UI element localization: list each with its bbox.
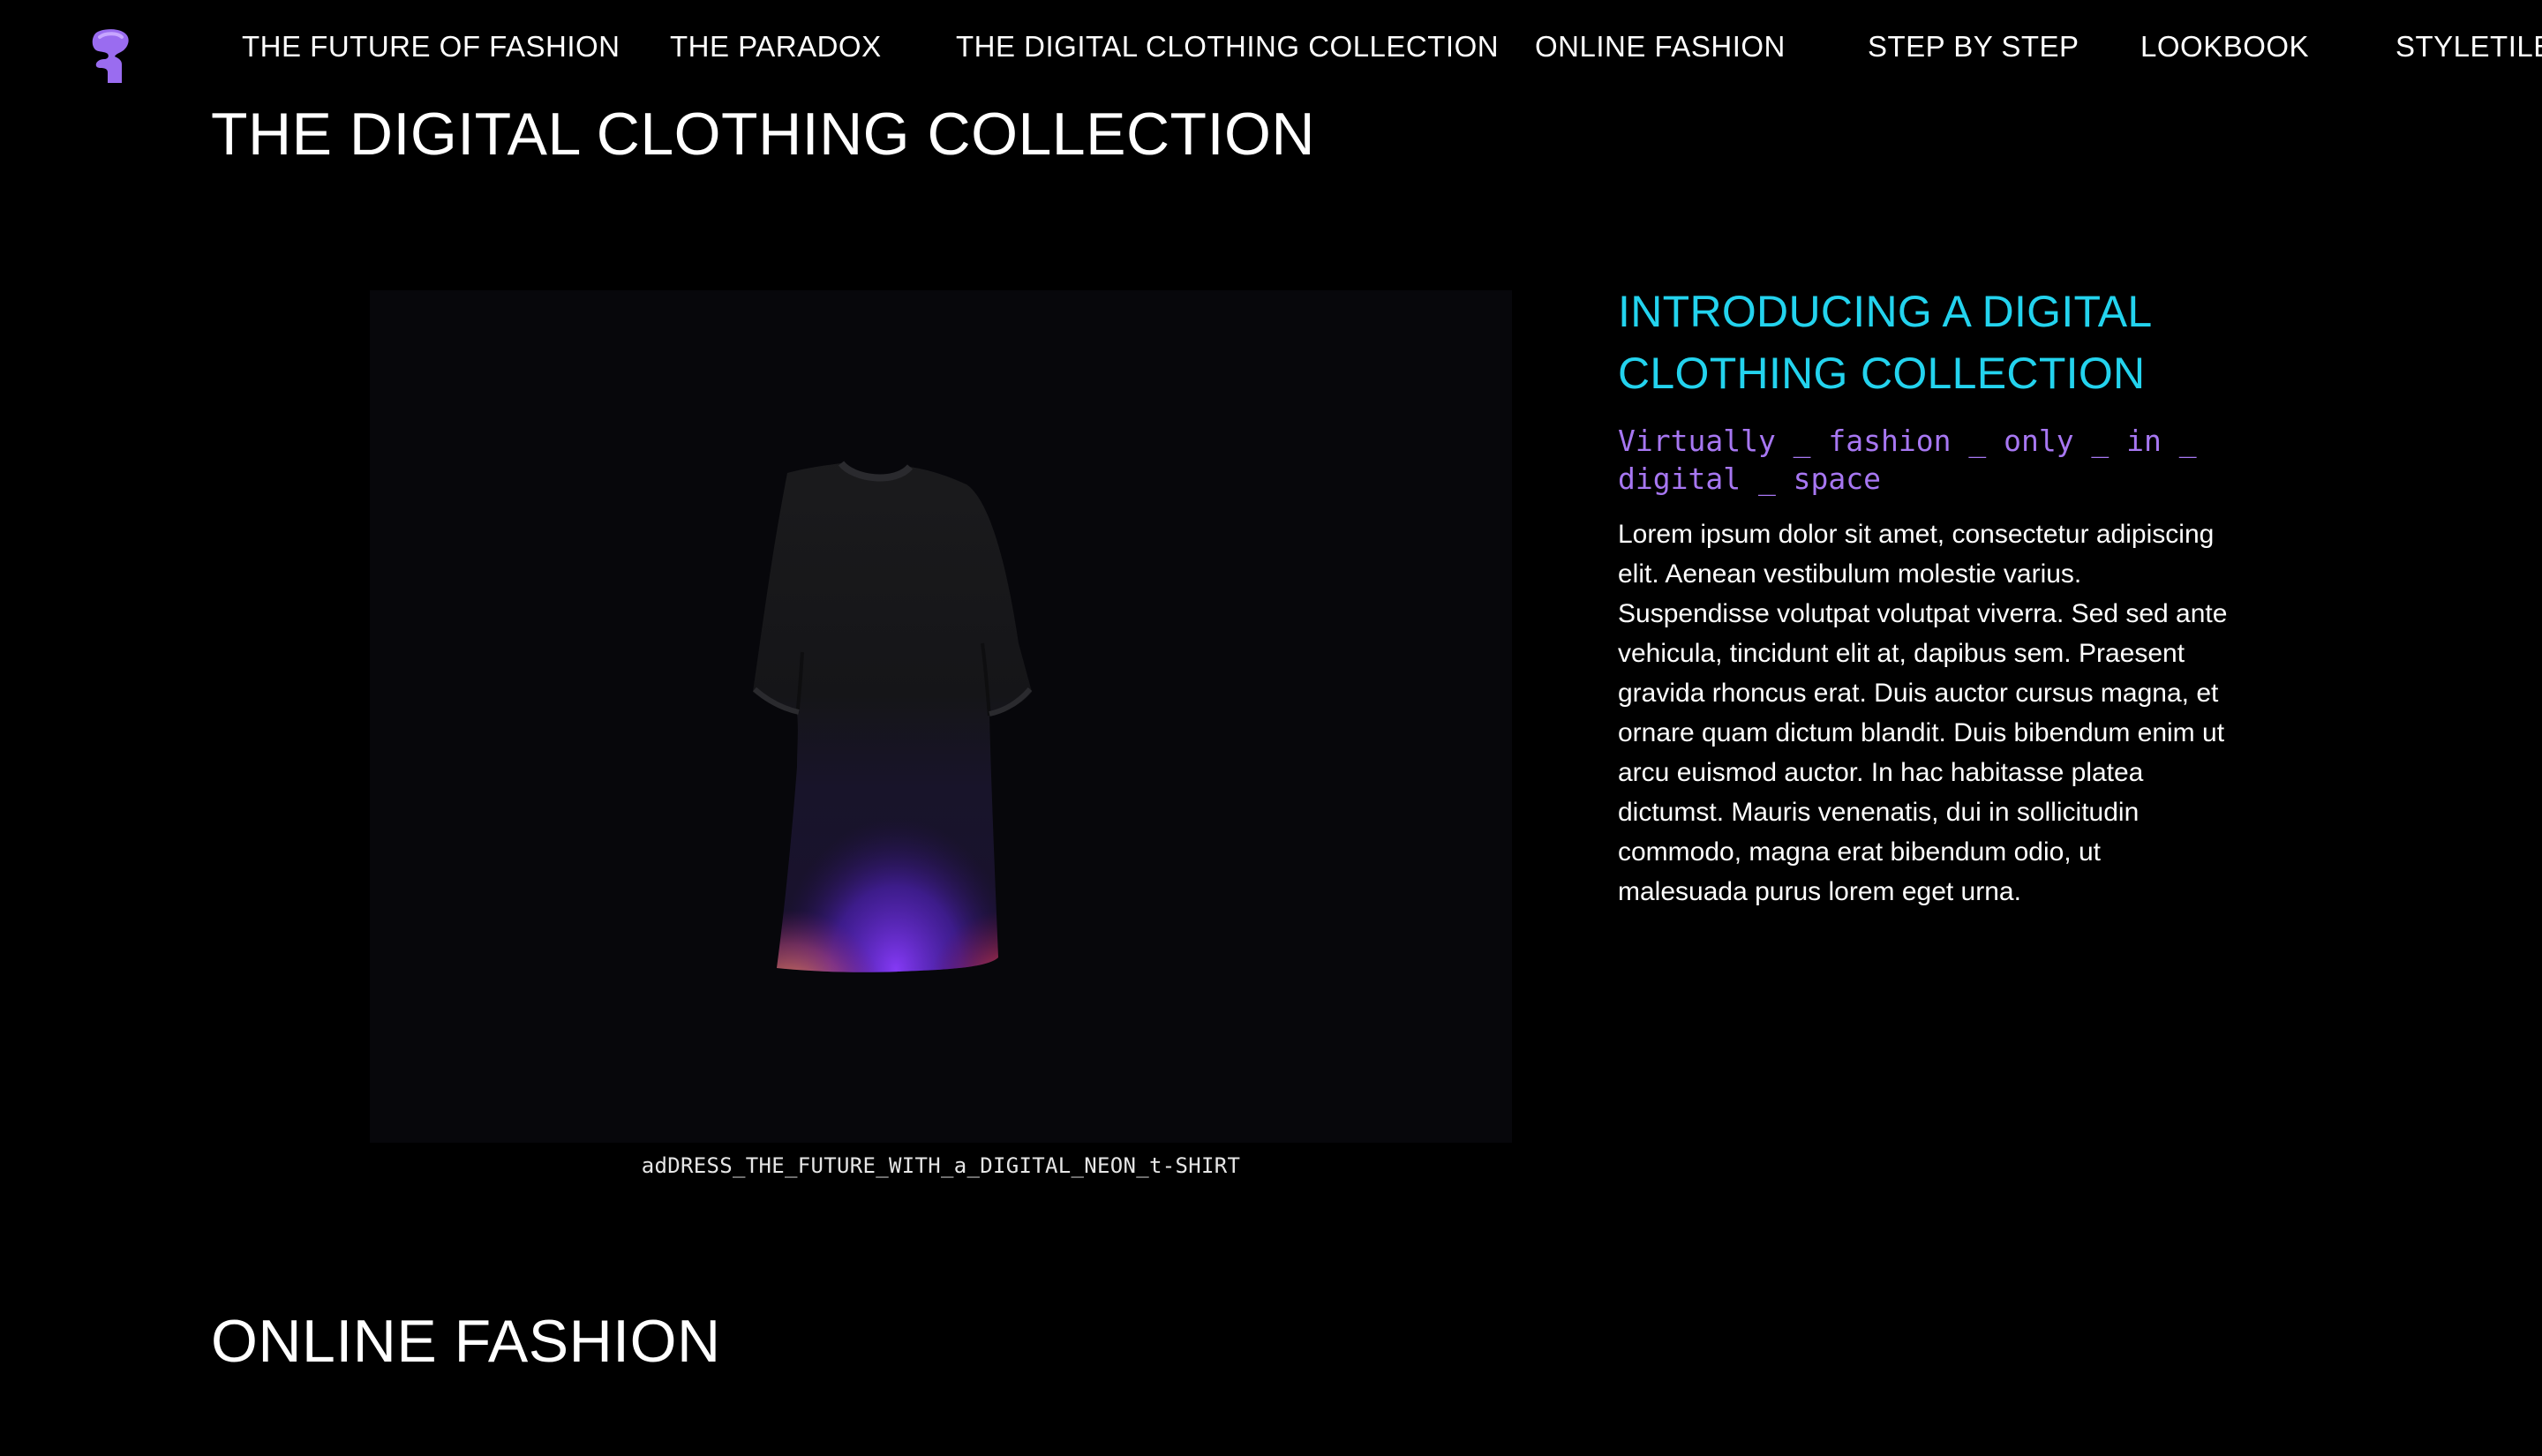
online-fashion-title: ONLINE FASHION (211, 1308, 721, 1375)
section-title: THE DIGITAL CLOTHING COLLECTION (211, 101, 1315, 168)
head-silhouette-logo-icon[interactable] (88, 26, 132, 85)
nav-item-lookbook[interactable]: LOOKBOOK (2140, 30, 2309, 64)
nav-item-digital-clothing-collection[interactable]: THE DIGITAL CLOTHING COLLECTION (956, 30, 1499, 64)
nav-item-styletile[interactable]: STYLETILE (2395, 30, 2542, 64)
neon-t-shirt-image (370, 290, 1512, 1143)
nav-item-online-fashion[interactable]: ONLINE FASHION (1535, 30, 1786, 64)
intro-subheading: Virtually _ fashion _ only _ in _ digita… (1618, 424, 2197, 496)
nav-item-step-by-step[interactable]: STEP BY STEP (1868, 30, 2079, 64)
image-caption: adDRESS_THE_FUTURE_WITH_a_DIGITAL_NEON_t… (641, 1153, 1241, 1178)
nav-item-the-paradox[interactable]: THE PARADOX (670, 30, 882, 64)
intro-body-text: Lorem ipsum dolor sit amet, consectetur … (1618, 520, 2228, 906)
intro-heading: INTRODUCING A DIGITAL CLOTHING COLLECTIO… (1618, 287, 2151, 398)
top-navigation: THE FUTURE OF FASHION THE PARADOX THE DI… (0, 0, 2542, 97)
nav-item-future-of-fashion[interactable]: THE FUTURE OF FASHION (242, 30, 620, 64)
